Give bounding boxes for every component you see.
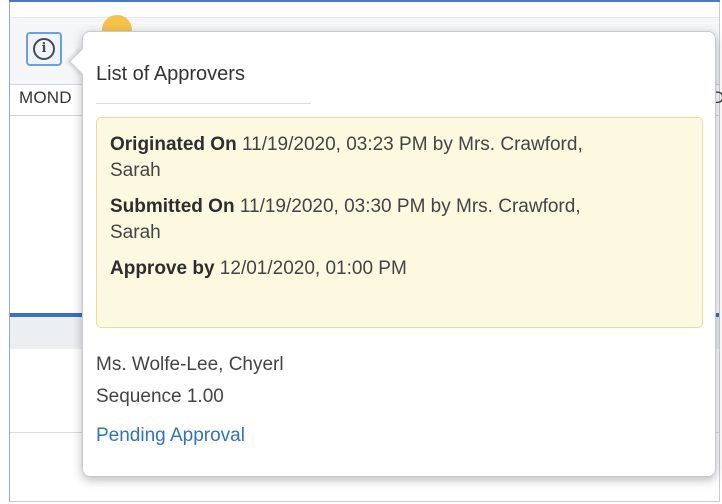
info-icon: i — [33, 38, 55, 60]
info-button[interactable]: i — [26, 32, 62, 66]
popover-title: List of Approvers — [96, 63, 245, 85]
approve-by-value: 12/01/2020, 01:00 PM — [214, 258, 407, 279]
pending-approval-link[interactable]: Pending Approval — [96, 425, 245, 447]
originated-label: Originated On — [110, 134, 237, 155]
submitted-line: Submitted On 11/19/2020, 03:30 PM by Mrs… — [110, 194, 610, 246]
top-accent-line — [9, 0, 720, 2]
submitted-label: Submitted On — [110, 196, 235, 217]
approve-by-line: Approve by 12/01/2020, 01:00 PM — [110, 256, 610, 282]
approve-by-label: Approve by — [110, 258, 215, 279]
approvers-popover: List of Approvers Originated On 11/19/20… — [69, 31, 716, 477]
approval-history-box: Originated On 11/19/2020, 03:23 PM by Mr… — [96, 117, 703, 328]
originated-line: Originated On 11/19/2020, 03:23 PM by Mr… — [110, 132, 610, 184]
approver-sequence: Sequence 1.00 — [96, 386, 224, 407]
approver-name: Ms. Wolfe-Lee, Chyerl — [96, 354, 284, 375]
column-header-monday: MOND — [19, 88, 72, 107]
title-divider — [96, 103, 311, 104]
